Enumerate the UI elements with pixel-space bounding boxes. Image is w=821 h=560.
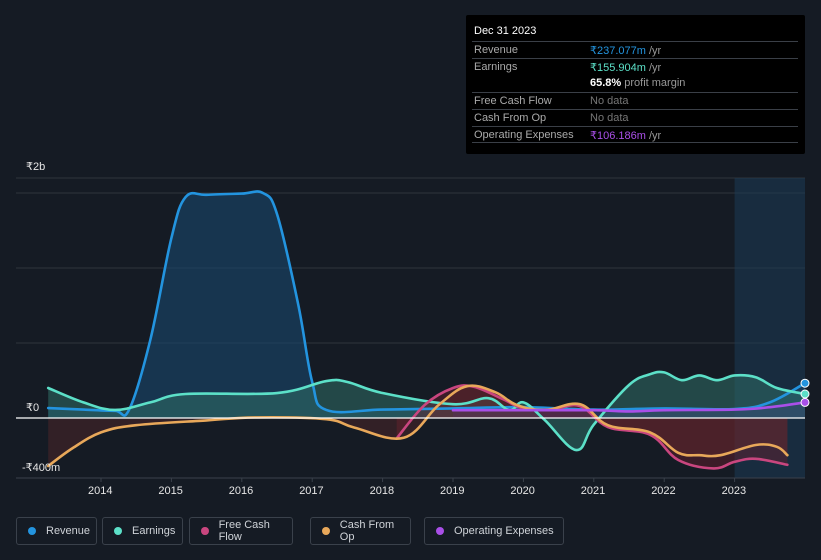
x-tick-label: 2021 [580, 485, 606, 497]
tooltip-divider [472, 142, 798, 143]
tooltip-row: Revenue ₹237.077m /yr [472, 41, 798, 59]
x-tick-label: 2019 [440, 485, 465, 497]
legend-label: Cash From Op [339, 519, 395, 543]
tooltip-value-number: 65.8% [590, 77, 622, 89]
legend-dot-icon [436, 527, 444, 535]
x-tick-label: 2022 [651, 485, 676, 497]
gridlines [16, 177, 805, 344]
hover-dots [800, 378, 810, 407]
x-tick-label: 2017 [299, 485, 324, 497]
tooltip-value-unit: /yr [645, 45, 662, 57]
tooltip-row-label: Earnings [474, 61, 518, 73]
tooltip-value-number: ₹106.186m [590, 130, 646, 142]
legend-dot-icon [322, 527, 330, 535]
y-tick-label: -₹400m [22, 462, 61, 474]
legend-item-cash-from-op[interactable]: Cash From Op [310, 517, 411, 545]
tooltip-row-label: Cash From Op [474, 112, 547, 124]
legend-label: Revenue [46, 525, 91, 537]
tooltip-value-unit: /yr [645, 130, 662, 142]
tooltip-row-label: Operating Expenses [474, 129, 574, 141]
tooltip-value-number: ₹237.077m [590, 45, 646, 57]
x-tick-label: 2020 [510, 485, 535, 497]
series-areas [48, 191, 805, 469]
x-tick-label: 2023 [721, 485, 747, 497]
x-tick-label: 2015 [158, 485, 183, 497]
hover-dot-earnings [800, 389, 810, 399]
x-ticks [100, 478, 736, 482]
legend-item-earnings[interactable]: Earnings [102, 517, 183, 545]
x-tick-label: 2016 [228, 485, 254, 497]
tooltip-row: Cash From Op No data [472, 109, 798, 127]
tooltip-row-value: ₹237.077m /yr [590, 44, 661, 57]
y-tick-label: ₹2b [26, 161, 46, 173]
tooltip-date: Dec 31 2023 [474, 25, 537, 37]
tooltip-row: Free Cash Flow No data [472, 92, 798, 110]
legend-dot-icon [201, 527, 209, 535]
legend-item-operating-expenses[interactable]: Operating Expenses [424, 517, 564, 545]
tooltip-row-value: ₹155.904m /yr [590, 61, 661, 74]
tooltip-row: 65.8% profit margin [472, 75, 798, 92]
hover-dot-operating-expenses [800, 397, 810, 407]
legend-dot-icon [28, 527, 36, 535]
tooltip-value-unit: /yr [645, 62, 662, 74]
tooltip-value-unit: profit margin [621, 77, 686, 89]
tooltip-row: Earnings ₹155.904m /yr [472, 58, 798, 76]
legend-label: Earnings [132, 525, 176, 537]
tooltip-row-label: Free Cash Flow [474, 95, 552, 107]
legend-item-free-cash-flow[interactable]: Free Cash Flow [189, 517, 293, 545]
tooltip-row-value: 65.8% profit margin [590, 77, 685, 89]
tooltip-row-label: Revenue [474, 44, 519, 56]
x-tick-label: 2018 [369, 485, 395, 497]
tooltip-row-value: No data [590, 95, 629, 107]
tooltip-value-number: No data [590, 112, 629, 124]
legend-item-revenue[interactable]: Revenue [16, 517, 97, 545]
hover-dot-revenue [800, 378, 810, 388]
legend-label: Free Cash Flow [218, 519, 270, 543]
tooltip-value-number: ₹155.904m [590, 62, 646, 74]
x-tick-label: 2014 [88, 485, 113, 497]
legend-label: Operating Expenses [454, 525, 554, 537]
tooltip-row-value: ₹106.186m /yr [590, 129, 661, 142]
tooltip-value-number: No data [590, 95, 629, 107]
tooltip: Dec 31 2023 Revenue ₹237.077m /yr Earnings… [466, 15, 805, 154]
legend-dot-icon [114, 527, 122, 535]
y-tick-label: ₹0 [26, 402, 40, 414]
tooltip-row-value: No data [590, 112, 629, 124]
